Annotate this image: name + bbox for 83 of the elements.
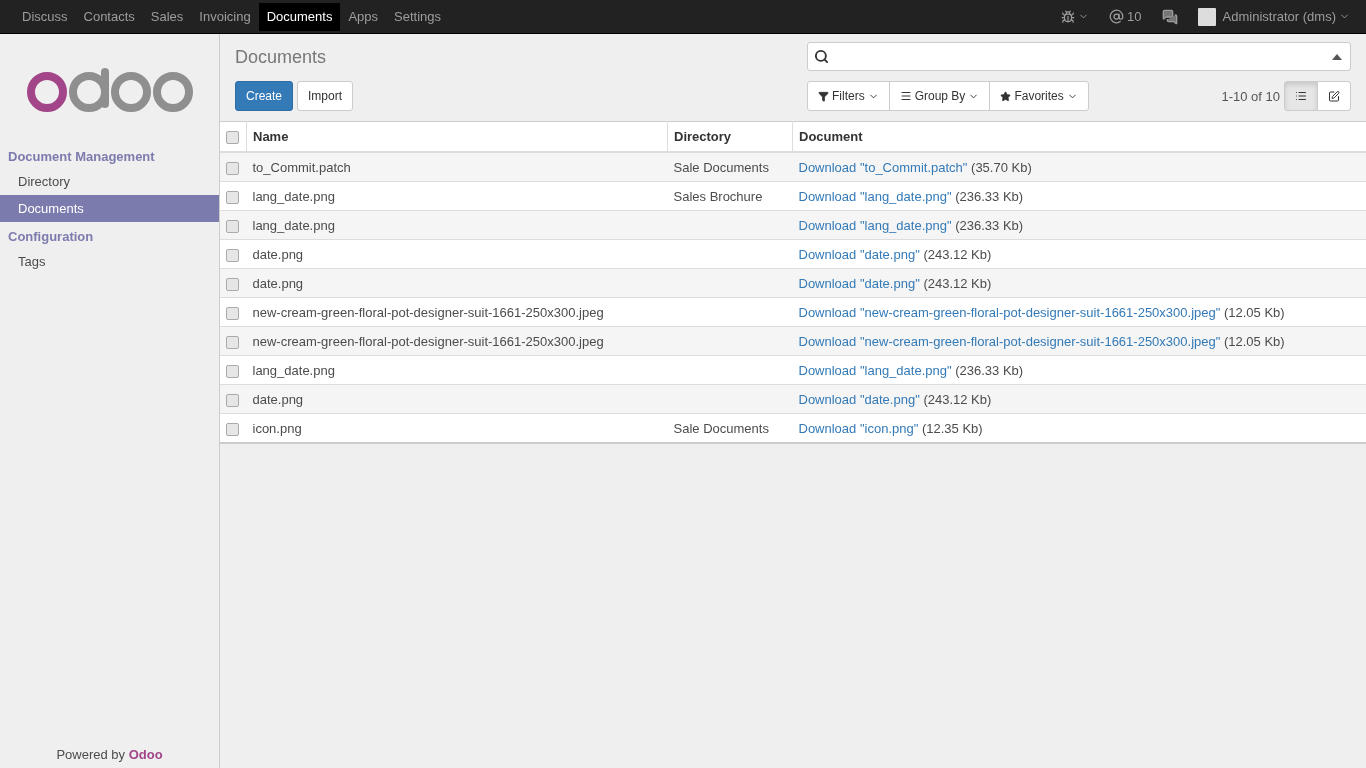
menu-item[interactable]: Documents xyxy=(258,2,341,31)
at-sign-icon xyxy=(1109,9,1125,24)
download-link[interactable]: Download "icon.png" xyxy=(798,420,919,436)
menu-item[interactable]: Contacts xyxy=(75,2,143,31)
table-cell: to_Commit.patch xyxy=(252,159,351,175)
search-option-button[interactable]: Favorites xyxy=(989,81,1089,111)
file-size-text: (35.70 Kb) xyxy=(971,159,1032,175)
chat-icon xyxy=(1161,8,1178,25)
menu-item[interactable]: Settings xyxy=(386,2,450,31)
sidebar-section-title: Configuration xyxy=(7,228,95,246)
sidebar-section-title: Document Management xyxy=(7,148,156,166)
pager-text: 1-10 of 10 xyxy=(1221,88,1280,104)
checkbox[interactable] xyxy=(226,306,239,320)
search-field[interactable] xyxy=(807,42,1351,71)
checkbox[interactable] xyxy=(226,335,239,349)
checkbox[interactable] xyxy=(226,131,239,145)
download-link[interactable]: Download "lang_date.png" xyxy=(798,362,952,378)
file-size-text: (12.05 Kb) xyxy=(1223,333,1285,349)
search-option-button[interactable]: Filters xyxy=(807,81,890,111)
user-menu[interactable]: Administrator (dms) xyxy=(1189,7,1358,26)
file-size-text: (243.12 Kb) xyxy=(923,391,992,407)
menu-item[interactable]: Invoicing xyxy=(191,2,259,31)
menu-item[interactable]: Apps xyxy=(340,2,387,31)
column-header[interactable]: Document xyxy=(799,129,863,145)
search-option-button[interactable]: Group By xyxy=(888,81,991,111)
download-link[interactable]: Download "new-cream-green-floral-pot-designer-suit-1661-250x300.jpeg" xyxy=(798,304,1221,320)
checkbox[interactable] xyxy=(226,190,239,204)
file-size-text: (12.35 Kb) xyxy=(921,420,983,436)
avatar xyxy=(1197,7,1216,26)
edit-icon xyxy=(1328,89,1340,103)
download-link[interactable]: Download "date.png" xyxy=(798,275,920,291)
checkbox[interactable] xyxy=(226,161,239,175)
table-cell: Sales Brochure xyxy=(673,188,763,204)
sidebar-item[interactable]: Tags xyxy=(0,248,219,275)
download-link[interactable]: Download "lang_date.png" xyxy=(798,217,952,233)
download-link[interactable]: Download "lang_date.png" xyxy=(798,188,952,204)
search-icon xyxy=(814,49,829,64)
table-cell: new-cream-green-floral-pot-designer-suit-1661-250x300.jpeg xyxy=(252,304,604,320)
download-link[interactable]: Download "date.png" xyxy=(798,391,920,407)
table-cell: lang_date.png xyxy=(252,217,335,233)
download-link[interactable]: Download "to_Commit.patch" xyxy=(798,159,968,175)
table-cell: date.png xyxy=(252,246,304,262)
checkbox[interactable] xyxy=(226,248,239,262)
powered-by-text: Powered by Odoo xyxy=(55,746,164,764)
checkbox[interactable] xyxy=(226,393,239,407)
table-cell: new-cream-green-floral-pot-designer-suit-1661-250x300.jpeg xyxy=(252,333,604,349)
import-button[interactable]: Import xyxy=(297,81,354,111)
column-header[interactable]: Name xyxy=(253,129,289,145)
file-size-text: (243.12 Kb) xyxy=(923,275,992,291)
download-link[interactable]: Download "new-cream-green-floral-pot-designer-suit-1661-250x300.jpeg" xyxy=(798,333,1221,349)
table-cell: Sale Documents xyxy=(673,159,769,175)
table-cell: date.png xyxy=(252,275,304,291)
table-cell: lang_date.png xyxy=(252,188,335,204)
download-link[interactable]: Download "date.png" xyxy=(798,246,920,262)
table-cell: icon.png xyxy=(252,420,302,436)
mentions-counter[interactable]: 10 xyxy=(1101,9,1150,24)
list-icon xyxy=(1295,89,1307,103)
checkbox[interactable] xyxy=(226,277,239,291)
caret-up-icon xyxy=(1332,53,1342,60)
checkbox[interactable] xyxy=(226,364,239,378)
filter-icon xyxy=(818,90,829,102)
table-cell: date.png xyxy=(252,391,304,407)
bug-icon xyxy=(1061,9,1076,24)
checkbox[interactable] xyxy=(226,422,239,436)
menu-item[interactable]: Sales xyxy=(142,2,192,31)
menu-icon xyxy=(899,90,912,102)
menu-item[interactable]: Discuss xyxy=(14,2,76,31)
sidebar-item[interactable]: Documents xyxy=(0,195,219,222)
table-cell: Sale Documents xyxy=(673,420,769,436)
breadcrumb-title: Documents xyxy=(235,46,328,69)
create-button[interactable]: Create xyxy=(235,81,294,111)
file-size-text: (236.33 Kb) xyxy=(955,362,1024,378)
checkbox[interactable] xyxy=(226,219,239,233)
column-header[interactable]: Directory xyxy=(674,129,732,145)
star-icon xyxy=(1000,90,1012,102)
file-size-text: (12.05 Kb) xyxy=(1223,304,1285,320)
table-cell: lang_date.png xyxy=(252,362,335,378)
file-size-text: (243.12 Kb) xyxy=(923,246,992,262)
view-switch-button[interactable] xyxy=(1317,81,1351,111)
file-size-text: (236.33 Kb) xyxy=(955,217,1024,233)
view-switch-button[interactable] xyxy=(1284,81,1318,111)
file-size-text: (236.33 Kb) xyxy=(955,188,1024,204)
sidebar-item[interactable]: Directory xyxy=(0,168,219,195)
